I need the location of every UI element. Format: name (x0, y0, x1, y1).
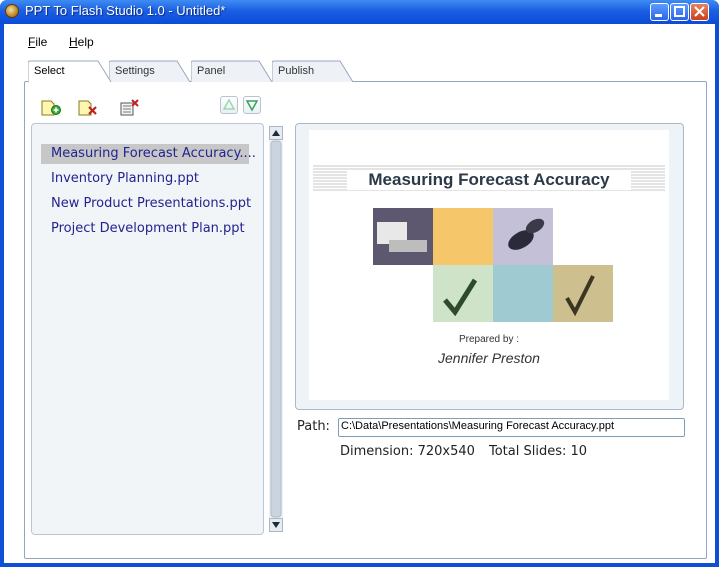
add-file-icon (41, 100, 61, 116)
remove-file-icon (78, 100, 97, 116)
arrow-down-icon (245, 100, 259, 112)
slide-prepared-by: Prepared by : (458, 334, 520, 345)
list-item[interactable]: Measuring Forecast Accuracy.... (41, 144, 256, 164)
add-file-button[interactable] (40, 98, 62, 118)
slide-title: Measuring Forecast Accuracy (368, 170, 610, 189)
menu-file[interactable]: File (28, 35, 47, 49)
file-list[interactable]: Measuring Forecast Accuracy.... Inventor… (31, 123, 264, 535)
path-field[interactable]: C:\Data\Presentations\Measuring Forecast… (338, 418, 685, 437)
app-window: PPT To Flash Studio 1.0 - Untitled* File… (0, 0, 719, 567)
maximize-icon (674, 6, 685, 17)
minimize-button[interactable] (650, 3, 669, 21)
close-button[interactable] (690, 3, 709, 21)
client-area: File Help Settings Panel Publish Select (4, 24, 715, 563)
menu-help-label: elp (77, 35, 94, 49)
tab-settings[interactable]: Settings (109, 60, 191, 82)
menu-file-label: ile (35, 35, 48, 49)
slide-author: Jennifer Preston (438, 350, 540, 366)
total-slides-text: Total Slides: 10 (489, 444, 588, 459)
title-bar[interactable]: PPT To Flash Studio 1.0 - Untitled* (0, 0, 719, 24)
arrow-up-icon (222, 98, 236, 110)
list-item[interactable]: Project Development Plan.ppt (41, 219, 245, 239)
tab-select[interactable]: Select (28, 60, 112, 83)
remove-file-button[interactable] (77, 98, 99, 118)
menu-bar: File Help (4, 32, 715, 52)
tab-publish[interactable]: Publish (272, 60, 354, 82)
close-icon (694, 6, 705, 17)
clear-list-button[interactable] (119, 98, 141, 118)
tab-panel-tab[interactable]: Panel (191, 60, 273, 82)
list-item[interactable]: Inventory Planning.ppt (41, 169, 199, 189)
scrollbar-graphic (269, 126, 283, 532)
slide-preview: Measuring Forecast Accuracy Prepared by … (309, 130, 669, 400)
dimension-text: Dimension: 720x540 (340, 444, 475, 459)
vertical-scrollbar[interactable] (269, 126, 283, 532)
tab-publish-label: Publish (278, 65, 315, 77)
tab-panel-label: Panel (197, 65, 226, 77)
list-item[interactable]: New Product Presentations.ppt (41, 194, 251, 214)
tab-settings-label: Settings (115, 65, 155, 77)
menu-help[interactable]: Help (69, 35, 94, 49)
app-icon[interactable] (5, 4, 19, 18)
clear-list-icon (120, 99, 139, 116)
move-down-button[interactable] (243, 96, 261, 114)
tab-select-label: Select (34, 65, 65, 77)
window-title: PPT To Flash Studio 1.0 - Untitled* (25, 3, 226, 18)
path-label: Path: (297, 419, 330, 434)
move-up-button[interactable] (220, 96, 238, 114)
maximize-button[interactable] (670, 3, 689, 21)
menu-help-mnemonic: H (69, 35, 78, 49)
minimize-icon (655, 14, 662, 17)
